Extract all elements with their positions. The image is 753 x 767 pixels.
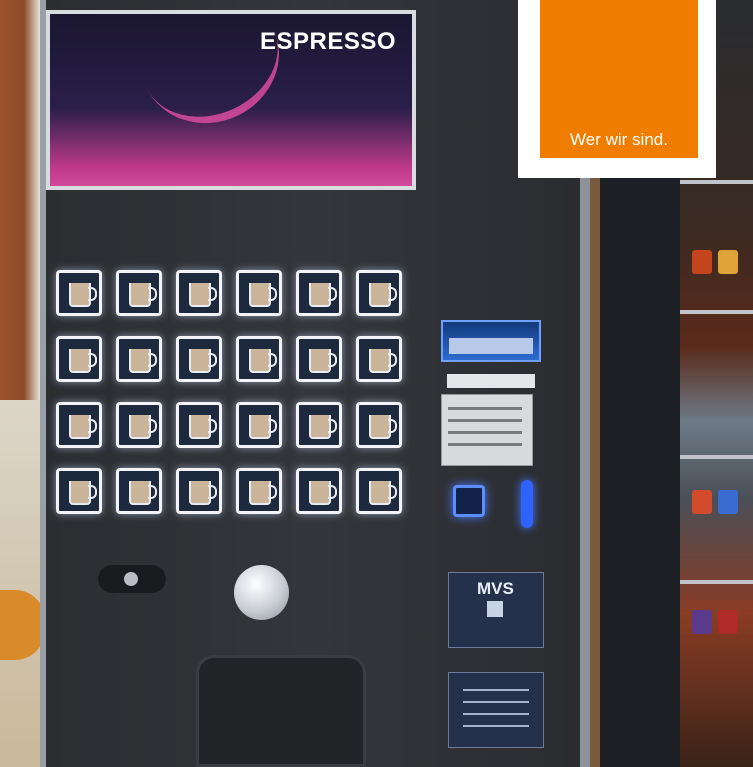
info-text-line — [463, 725, 529, 727]
mvs-logo: MVS — [477, 579, 514, 598]
drink-select-button[interactable] — [356, 468, 402, 514]
return-dial-button[interactable] — [234, 565, 289, 620]
cup-handle-icon — [388, 419, 397, 433]
price-lcd-display — [441, 320, 541, 362]
cup-handle-icon — [208, 353, 217, 367]
instruction-line — [448, 419, 522, 422]
drink-select-button[interactable] — [356, 402, 402, 448]
screen-brand-label: ESPRESSO — [260, 28, 397, 55]
screen-swoosh-graphic — [119, 0, 301, 146]
instruction-card — [441, 394, 533, 466]
drink-select-button[interactable] — [116, 402, 162, 448]
cup-handle-icon — [208, 287, 217, 301]
drink-selection-panel — [56, 270, 436, 540]
lcd-readout — [449, 338, 533, 354]
drink-select-button[interactable] — [356, 336, 402, 382]
info-text-line — [463, 713, 529, 715]
cup-handle-icon — [208, 485, 217, 499]
drink-select-button[interactable] — [296, 468, 342, 514]
cup-handle-icon — [328, 287, 337, 301]
cup-handle-icon — [328, 419, 337, 433]
info-text-line — [463, 689, 529, 691]
drink-select-button[interactable] — [176, 468, 222, 514]
snack-shelf — [680, 310, 753, 314]
cup-handle-icon — [388, 353, 397, 367]
brand-overlay-card[interactable]: Wer wir sind. — [518, 0, 716, 178]
snack-item — [692, 250, 712, 274]
drink-select-button[interactable] — [116, 270, 162, 316]
instruction-line — [448, 431, 522, 434]
drink-select-button[interactable] — [296, 336, 342, 382]
cup-dispense-area — [196, 655, 366, 767]
cup-handle-icon — [88, 485, 97, 499]
cup-handle-icon — [148, 419, 157, 433]
lever-knob-icon — [124, 572, 138, 586]
cup-handle-icon — [148, 353, 157, 367]
drink-select-button[interactable] — [56, 336, 102, 382]
cup-handle-icon — [268, 419, 277, 433]
drink-select-button[interactable] — [116, 468, 162, 514]
drink-select-button[interactable] — [296, 402, 342, 448]
snack-item — [692, 490, 712, 514]
snack-item — [718, 250, 738, 274]
instruction-line — [448, 407, 522, 410]
brand-tagline: Wer wir sind. — [570, 130, 668, 149]
cup-handle-icon — [88, 419, 97, 433]
drink-select-button[interactable] — [236, 468, 282, 514]
coffee-vending-machine: ESPRESSO MVS — [40, 0, 590, 767]
drink-select-button[interactable] — [176, 402, 222, 448]
cup-handle-icon — [148, 287, 157, 301]
machine-display-screen: ESPRESSO — [46, 0, 416, 190]
cup-handle-icon — [88, 287, 97, 301]
return-lever[interactable] — [98, 565, 166, 593]
cup-handle-icon — [388, 287, 397, 301]
info-text-line — [463, 701, 529, 703]
drink-select-button[interactable] — [236, 270, 282, 316]
drink-select-button[interactable] — [176, 336, 222, 382]
mvs-plaque: MVS — [448, 572, 544, 648]
cup-handle-icon — [328, 353, 337, 367]
cup-handle-icon — [88, 353, 97, 367]
snack-shelf — [680, 455, 753, 459]
snack-shelf — [680, 580, 753, 584]
instruction-line — [448, 443, 522, 446]
wall-radiator-area — [0, 400, 40, 767]
drink-select-button[interactable] — [116, 336, 162, 382]
qr-code-icon — [487, 601, 503, 617]
snack-item — [718, 490, 738, 514]
drink-select-button[interactable] — [356, 270, 402, 316]
cup-handle-icon — [388, 485, 397, 499]
drink-select-button[interactable] — [56, 402, 102, 448]
info-plaque — [448, 672, 544, 748]
cup-handle-icon — [148, 485, 157, 499]
card-reader-button[interactable] — [453, 485, 485, 517]
cup-handle-icon — [328, 485, 337, 499]
drink-select-button[interactable] — [176, 270, 222, 316]
cup-handle-icon — [268, 353, 277, 367]
cup-handle-icon — [208, 419, 217, 433]
cup-handle-icon — [268, 287, 277, 301]
snack-shelf — [680, 180, 753, 184]
snack-item — [718, 610, 738, 634]
drink-select-button[interactable] — [56, 468, 102, 514]
coin-slot-icon[interactable] — [521, 480, 533, 528]
snack-item — [692, 610, 712, 634]
selection-keypad[interactable] — [447, 374, 535, 388]
cup-handle-icon — [268, 485, 277, 499]
drink-select-button[interactable] — [236, 336, 282, 382]
drink-select-button[interactable] — [236, 402, 282, 448]
drink-select-button[interactable] — [56, 270, 102, 316]
drink-select-button[interactable] — [296, 270, 342, 316]
